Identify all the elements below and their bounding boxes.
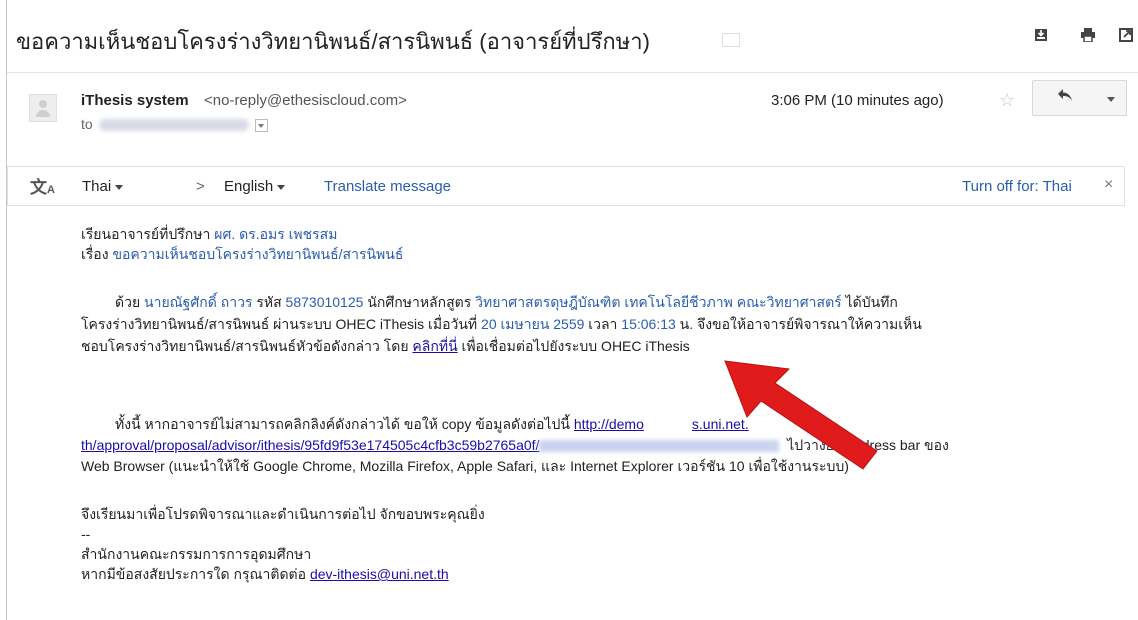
subject-bar: ขอความเห็นชอบโครงร่างวิทยานิพนธ์/สารนิพน…: [7, 0, 1138, 73]
recipient-row: to: [81, 116, 268, 132]
paragraph-1-line-1: ด้วย นายณัฐศักดิ์ ถาวร รหัส 5873010125 น…: [115, 294, 898, 310]
paragraph-2-line-1: ทั้งนี้ หากอาจารย์ไม่สามารถคลิกลิงค์ดังก…: [115, 416, 749, 432]
source-language-dropdown[interactable]: Thai: [82, 178, 124, 195]
translate-bar: 文A Thai > English Translate message Turn…: [7, 166, 1125, 206]
paragraph-1-line-3: ชอบโครงร่างวิทยานิพนธ์/สารนิพนธ์หัวข้อดั…: [81, 338, 690, 354]
subject-line: เรื่อง ขอความเห็นชอบโครงร่างวิทยานิพนธ์/…: [81, 246, 404, 262]
sender-row: iThesis system <no-reply@ethesiscloud.co…: [7, 72, 1138, 152]
to-label: to: [81, 116, 93, 132]
translate-icon: 文A: [30, 178, 55, 197]
details-dropdown-icon[interactable]: [254, 118, 268, 132]
turn-off-translate-link[interactable]: Turn off for: Thai: [962, 178, 1072, 195]
approval-url-link-start[interactable]: http://demo: [574, 416, 644, 432]
print-icon[interactable]: [1080, 28, 1095, 43]
avatar: [29, 94, 57, 122]
sender-name[interactable]: iThesis system: [81, 92, 189, 109]
email-view: ขอความเห็นชอบโครงร่างวิทยานิพนธ์/สารนิพน…: [6, 0, 1138, 620]
recipient-redacted: [98, 119, 249, 132]
close-icon[interactable]: ×: [1104, 176, 1113, 194]
new-window-icon[interactable]: [1119, 28, 1133, 42]
red-arrow-annotation: [724, 360, 878, 470]
reply-button[interactable]: [1032, 80, 1096, 116]
contact-email-link[interactable]: dev-ithesis@uni.net.th: [310, 566, 449, 582]
greeting-line: เรียนอาจารย์ที่ปรึกษา ผศ. ดร.อมร เพชรสม: [81, 226, 338, 242]
signature-org: สำนักงานคณะกรรมการการอุดมศึกษา: [81, 546, 312, 562]
paragraph-1-line-2: โครงร่างวิทยานิพนธ์/สารนิพนธ์ ผ่านระบบ O…: [81, 316, 922, 332]
translate-message-link[interactable]: Translate message: [324, 178, 451, 195]
more-actions-button[interactable]: [1095, 80, 1127, 116]
download-icon[interactable]: [1034, 28, 1048, 42]
click-here-link[interactable]: คลิกที่นี่: [412, 338, 457, 354]
reply-icon: [1057, 88, 1073, 107]
signature-dash: --: [81, 526, 91, 542]
signature-contact: หากมีข้อสงสัยประการใด กรุณาติดต่อ dev-it…: [81, 566, 449, 582]
label-tag-icon[interactable]: [722, 33, 740, 47]
sender-email: <no-reply@ethesiscloud.com>: [204, 92, 407, 109]
closing-line: จึงเรียนมาเพื่อโปรดพิจารณาและดำเนินการต่…: [81, 506, 485, 522]
email-subject: ขอความเห็นชอบโครงร่างวิทยานิพนธ์/สารนิพน…: [16, 29, 650, 54]
message-time: 3:06 PM (10 minutes ago): [771, 92, 944, 109]
target-language-dropdown[interactable]: English: [224, 178, 286, 195]
star-icon[interactable]: ☆: [999, 90, 1015, 111]
approval-url-link[interactable]: th/approval/proposal/advisor/ithesis/95f…: [81, 437, 539, 453]
language-arrow: >: [196, 178, 205, 195]
